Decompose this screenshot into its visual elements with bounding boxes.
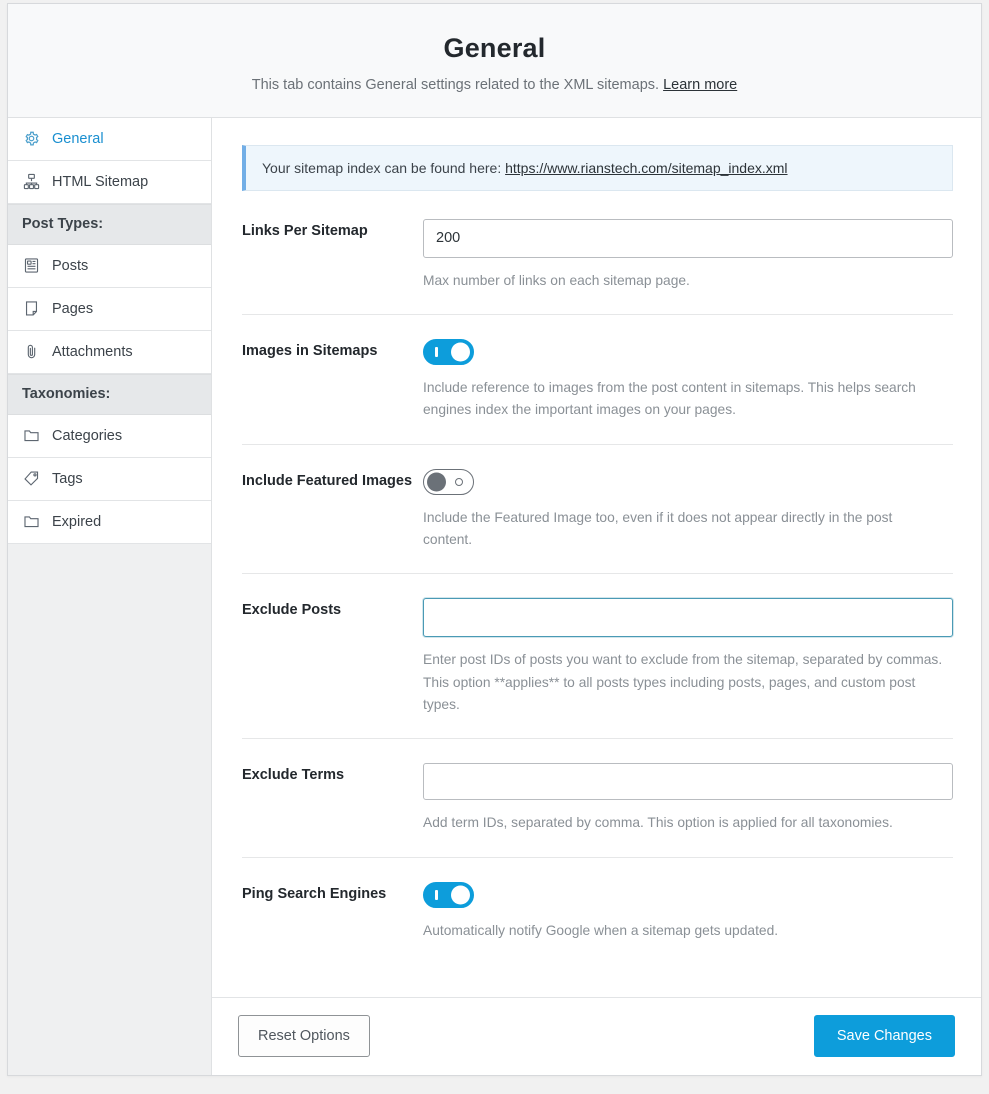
setting-row-exclude-posts: Exclude Posts Enter post IDs of posts yo… [242, 598, 953, 739]
sitemap-icon [22, 172, 41, 191]
sidebar-item-label: Expired [52, 514, 101, 530]
exclude-terms-input[interactable] [423, 763, 953, 800]
setting-control: Max number of links on each sitemap page… [423, 219, 953, 292]
toggle-mark [435, 347, 438, 357]
sidebar-item-label: Posts [52, 258, 88, 274]
toggle-knob [451, 342, 470, 361]
setting-control: Add term IDs, separated by comma. This o… [423, 763, 953, 834]
settings-main: Your sitemap index can be found here: ht… [212, 118, 981, 1075]
sidebar-item-html-sitemap[interactable]: HTML Sitemap [8, 161, 211, 204]
setting-control: Include reference to images from the pos… [423, 339, 953, 422]
images-in-sitemaps-toggle[interactable] [423, 339, 474, 365]
notice-text: Your sitemap index can be found here: [262, 160, 501, 176]
setting-control: Automatically notify Google when a sitem… [423, 882, 953, 942]
sidebar-filler [8, 544, 211, 1064]
page-icon [22, 299, 41, 318]
setting-control: Enter post IDs of posts you want to excl… [423, 598, 953, 716]
paperclip-icon [22, 342, 41, 361]
sidebar-heading-post-types: Post Types: [8, 204, 211, 245]
settings-page: General This tab contains General settin… [0, 0, 989, 1094]
setting-row-links-per-sitemap: Links Per Sitemap Max number of links on… [242, 219, 953, 315]
setting-description: Include reference to images from the pos… [423, 377, 943, 422]
toggle-mark [435, 890, 438, 900]
sidebar-item-attachments[interactable]: Attachments [8, 331, 211, 374]
sidebar-heading-taxonomies: Taxonomies: [8, 374, 211, 415]
ping-search-engines-toggle[interactable] [423, 882, 474, 908]
learn-more-link[interactable]: Learn more [663, 77, 737, 93]
setting-row-images-in-sitemaps: Images in Sitemaps Include reference to … [242, 339, 953, 445]
page-subtitle-text: This tab contains General settings relat… [252, 77, 659, 93]
toggle-mark [455, 478, 463, 486]
sidebar-item-label: Attachments [52, 344, 133, 360]
folder-icon [22, 426, 41, 445]
sitemap-index-notice: Your sitemap index can be found here: ht… [242, 145, 953, 191]
setting-label: Images in Sitemaps [242, 339, 423, 361]
toggle-knob [427, 472, 446, 491]
page-header: General This tab contains General settin… [8, 4, 981, 118]
sidebar-item-label: Categories [52, 428, 122, 444]
save-changes-button[interactable]: Save Changes [814, 1015, 955, 1057]
exclude-posts-input[interactable] [423, 598, 953, 637]
setting-description: Automatically notify Google when a sitem… [423, 920, 943, 942]
post-icon [22, 256, 41, 275]
setting-description: Include the Featured Image too, even if … [423, 507, 943, 552]
gear-icon [22, 129, 41, 148]
settings-body: General HTML Sitemap Post Type [8, 118, 981, 1075]
settings-form: Your sitemap index can be found here: ht… [212, 118, 981, 997]
sidebar-item-expired[interactable]: Expired [8, 501, 211, 544]
setting-label: Exclude Posts [242, 598, 423, 620]
page-subtitle: This tab contains General settings relat… [28, 76, 961, 95]
sidebar-item-posts[interactable]: Posts [8, 245, 211, 288]
tag-icon [22, 469, 41, 488]
links-per-sitemap-input[interactable] [423, 219, 953, 258]
sidebar-item-label: General [52, 131, 104, 147]
reset-options-button[interactable]: Reset Options [238, 1015, 370, 1057]
sidebar-item-tags[interactable]: Tags [8, 458, 211, 501]
settings-card: General This tab contains General settin… [7, 3, 982, 1076]
setting-label: Ping Search Engines [242, 882, 423, 904]
setting-label: Exclude Terms [242, 763, 423, 785]
sidebar-item-label: Pages [52, 301, 93, 317]
sidebar-item-pages[interactable]: Pages [8, 288, 211, 331]
setting-description: Max number of links on each sitemap page… [423, 270, 943, 292]
sidebar-item-general[interactable]: General [8, 118, 211, 161]
page-title: General [28, 34, 961, 64]
sidebar-nav: General HTML Sitemap Post Type [8, 118, 212, 1075]
setting-row-ping-search-engines: Ping Search Engines Automatically notify… [242, 882, 953, 952]
setting-description: Add term IDs, separated by comma. This o… [423, 812, 953, 834]
folder-icon [22, 512, 41, 531]
setting-description: Enter post IDs of posts you want to excl… [423, 649, 953, 716]
setting-control: Include the Featured Image too, even if … [423, 469, 953, 552]
sidebar-item-categories[interactable]: Categories [8, 415, 211, 458]
setting-row-include-featured-images: Include Featured Images Include the Feat… [242, 469, 953, 575]
settings-footer: Reset Options Save Changes [212, 997, 981, 1075]
sidebar-item-label: HTML Sitemap [52, 174, 148, 190]
include-featured-images-toggle[interactable] [423, 469, 474, 495]
sitemap-index-link[interactable]: https://www.rianstech.com/sitemap_index.… [505, 160, 787, 176]
setting-label: Include Featured Images [242, 469, 423, 491]
setting-label: Links Per Sitemap [242, 219, 423, 241]
toggle-knob [451, 885, 470, 904]
sidebar-item-label: Tags [52, 471, 83, 487]
setting-row-exclude-terms: Exclude Terms Add term IDs, separated by… [242, 763, 953, 857]
